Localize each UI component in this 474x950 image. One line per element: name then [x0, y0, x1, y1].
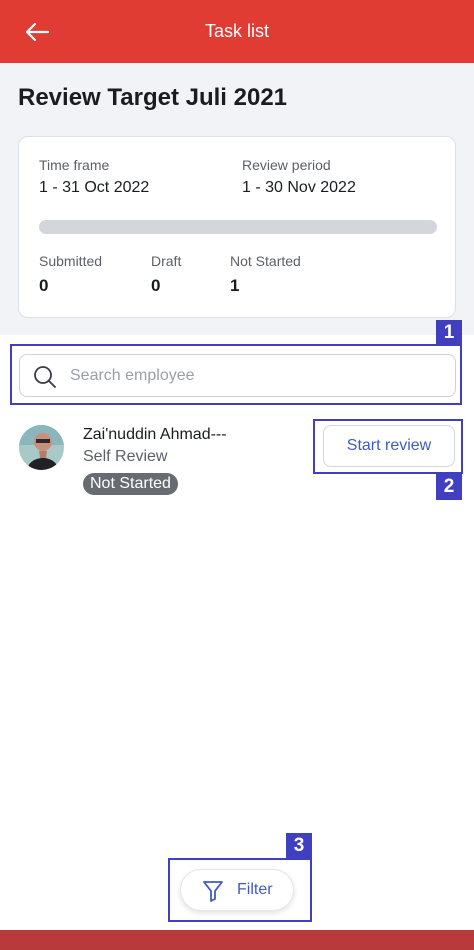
annotation-box-search — [10, 344, 462, 405]
status-badge: Not Started — [83, 473, 178, 495]
annotation-badge-3: 3 — [286, 833, 312, 859]
avatar — [19, 425, 64, 470]
submitted-count: 0 — [39, 276, 49, 295]
review-summary-card: Time frame 1 - 31 Oct 2022 Review period… — [18, 136, 456, 318]
time-frame-value: 1 - 31 Oct 2022 — [39, 179, 150, 196]
review-title: Review Target Juli 2021 — [18, 84, 288, 111]
not-started-label: Not Started — [230, 253, 301, 269]
annotation-badge-1: 1 — [436, 320, 462, 346]
not-started-count: 1 — [230, 276, 240, 295]
annotation-box-filter — [168, 858, 312, 922]
review-period-label: Review period — [242, 157, 331, 173]
employee-name: Zai'nuddin Ahmad--- — [83, 426, 227, 443]
annotation-badge-2: 2 — [436, 474, 462, 500]
bottom-bar — [0, 930, 474, 950]
draft-label: Draft — [151, 253, 182, 269]
page-header-title: Task list — [204, 21, 269, 41]
submitted-label: Submitted — [39, 253, 103, 269]
employee-avatar-image — [19, 425, 64, 470]
top-app-bar: Task list — [0, 0, 474, 63]
draft-count: 0 — [151, 276, 161, 295]
time-frame-label: Time frame — [39, 157, 110, 173]
review-type-label: Self Review — [83, 448, 168, 465]
annotation-box-start-review — [313, 419, 463, 474]
review-period-value: 1 - 30 Nov 2022 — [242, 179, 356, 196]
review-progress-bar — [39, 220, 437, 234]
